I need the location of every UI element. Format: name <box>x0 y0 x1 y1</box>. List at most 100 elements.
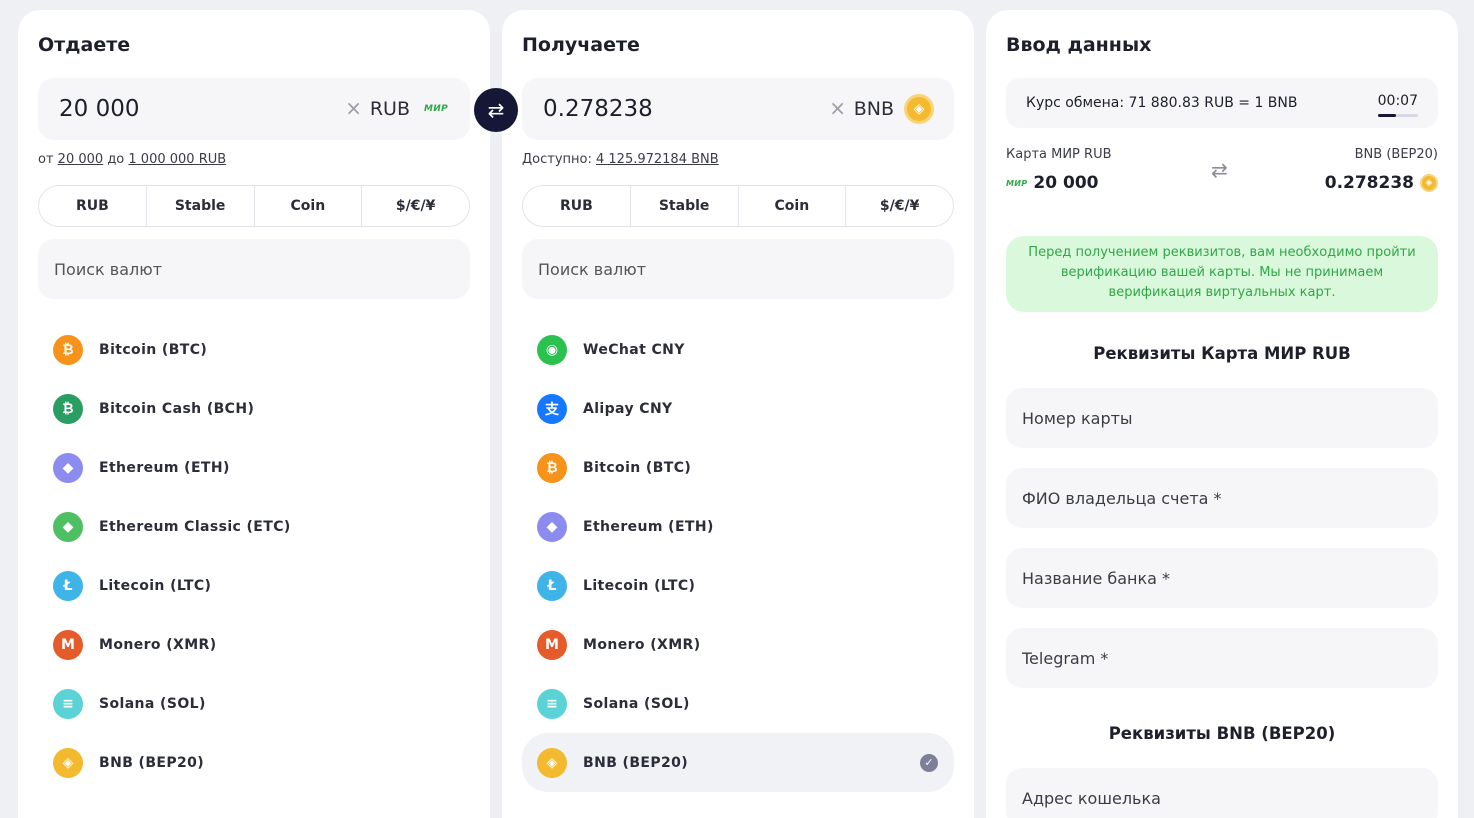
tab-coin[interactable]: Coin <box>255 186 363 226</box>
selected-check-icon: ✓ <box>920 753 938 772</box>
list-item-label: Monero (XMR) <box>583 636 701 653</box>
tab-rub[interactable]: RUB <box>523 186 631 226</box>
give-limits: от 20 000 до 1 000 000 RUB <box>38 152 226 167</box>
receive-panel: Получаете 0.278238 × BNB ◈ Доступно: 4 1… <box>502 10 974 818</box>
receive-amount-value[interactable]: 0.278238 <box>543 96 653 122</box>
list-item[interactable]: ◈ BNB (BEP20) ✓ <box>522 733 954 792</box>
bank-name-field[interactable] <box>1006 548 1438 608</box>
bnb-icon: ◈ <box>537 747 567 778</box>
ethereum-icon: ◆ <box>537 511 567 542</box>
list-item-label: Ethereum Classic (ETC) <box>99 518 291 535</box>
list-item-label: Solana (SOL) <box>583 695 690 712</box>
list-item-label: Alipay CNY <box>583 400 673 417</box>
list-item[interactable]: ≡ Solana (SOL) <box>38 674 470 733</box>
list-item[interactable]: Ł Litecoin (LTC) <box>522 556 954 615</box>
clear-icon[interactable]: × <box>345 96 362 120</box>
details-panel: Ввод данных Курс обмена: 71 880.83 RUB =… <box>986 10 1458 818</box>
tab-fiat[interactable]: $/€/¥ <box>362 186 469 226</box>
litecoin-icon: Ł <box>53 570 83 601</box>
bnb-icon: ◈ <box>904 94 934 124</box>
receive-search-input[interactable] <box>522 239 954 299</box>
list-item-label: Ethereum (ETH) <box>583 518 714 535</box>
holder-name-field[interactable] <box>1006 468 1438 528</box>
wallet-address-field[interactable] <box>1006 768 1438 818</box>
card-details-heading: Реквизиты Карта МИР RUB <box>1093 344 1351 363</box>
receive-amount-field[interactable]: 0.278238 × BNB ◈ <box>522 78 954 140</box>
exchange-rate-box: Курс обмена: 71 880.83 RUB = 1 BNB 00:07 <box>1006 78 1438 128</box>
timer-progress-bar <box>1378 114 1418 117</box>
exchange-rate-text: Курс обмена: 71 880.83 RUB = 1 BNB <box>1026 95 1298 111</box>
summary-to: 0.278238 ◈ <box>1325 173 1438 193</box>
bnb-details-heading: Реквизиты BNB (BEP20) <box>1108 724 1336 743</box>
summary-to-value: 0.278238 <box>1324 173 1414 193</box>
monero-icon: M <box>537 629 567 660</box>
list-item[interactable]: ◆ Ethereum (ETH) <box>522 497 954 556</box>
available-label: Доступно: <box>522 152 592 167</box>
bitcoin-icon: ₿ <box>537 452 567 483</box>
receive-currency-list: ◉ WeChat CNY 支 Alipay CNY ₿ Bitcoin (BTC) ◆ Eth… <box>522 320 954 792</box>
list-item[interactable]: Ł Litecoin (LTC) <box>38 556 470 615</box>
tab-stable[interactable]: Stable <box>631 186 739 226</box>
give-amount-value[interactable]: 20 000 <box>59 96 139 122</box>
give-title: Отдаете <box>38 34 131 56</box>
tab-fiat[interactable]: $/€/¥ <box>846 186 953 226</box>
limits-max-link[interactable]: 1 000 000 RUB <box>128 152 226 167</box>
give-search-input[interactable] <box>38 239 470 299</box>
list-item[interactable]: ₿ Bitcoin Cash (BCH) <box>38 379 470 438</box>
alipay-icon: 支 <box>537 393 567 424</box>
receive-category-tabs: RUB Stable Coin $/€/¥ <box>522 185 954 227</box>
available-value-link[interactable]: 4 125.972184 BNB <box>596 152 719 167</box>
telegram-field[interactable] <box>1006 628 1438 688</box>
bnb-icon: ◈ <box>1420 174 1438 192</box>
list-item-label: Bitcoin (BTC) <box>99 341 208 358</box>
list-item[interactable]: ≡ Solana (SOL) <box>522 674 954 733</box>
litecoin-icon: Ł <box>537 570 567 601</box>
timer-progress-fill <box>1378 114 1396 117</box>
summary-from-label: Карта МИР RUB <box>1006 147 1112 162</box>
list-item-label: Bitcoin (BTC) <box>583 459 692 476</box>
list-item-label: Solana (SOL) <box>99 695 206 712</box>
limits-min-link[interactable]: 20 000 <box>58 152 104 167</box>
tab-stable[interactable]: Stable <box>147 186 255 226</box>
summary-from-value: 20 000 <box>1033 173 1099 193</box>
solana-icon: ≡ <box>53 688 83 719</box>
swap-arrows-icon: ⇄ <box>487 98 505 122</box>
list-item-label: Litecoin (LTC) <box>583 577 696 594</box>
ethereum-icon: ◆ <box>53 452 83 483</box>
give-currency-list: ₿ Bitcoin (BTC) ₿ Bitcoin Cash (BCH) ◆ Ethere… <box>38 320 470 792</box>
give-amount-field[interactable]: 20 000 × RUB МИР <box>38 78 470 140</box>
list-item[interactable]: M Monero (XMR) <box>522 615 954 674</box>
list-item[interactable]: ◆ Ethereum (ETH) <box>38 438 470 497</box>
clear-icon[interactable]: × <box>829 96 846 120</box>
tab-coin[interactable]: Coin <box>739 186 847 226</box>
list-item-label: Litecoin (LTC) <box>99 577 212 594</box>
wechat-icon: ◉ <box>537 334 567 365</box>
list-item[interactable]: ◉ WeChat CNY <box>522 320 954 379</box>
list-item[interactable]: M Monero (XMR) <box>38 615 470 674</box>
list-item-label: BNB (BEP20) <box>583 754 689 771</box>
details-title: Ввод данных <box>1006 34 1152 56</box>
swap-direction-button[interactable]: ⇄ <box>474 88 518 132</box>
receive-available: Доступно: 4 125.972184 BNB <box>522 152 719 167</box>
solana-icon: ≡ <box>537 688 567 719</box>
list-item[interactable]: ₿ Bitcoin (BTC) <box>38 320 470 379</box>
list-item[interactable]: ◈ BNB (BEP20) <box>38 733 470 792</box>
bitcoin-icon: ₿ <box>53 334 83 365</box>
rate-timer: 00:07 <box>1377 93 1418 109</box>
card-number-field[interactable] <box>1006 388 1438 448</box>
list-item[interactable]: 支 Alipay CNY <box>522 379 954 438</box>
ethereum-classic-icon: ◆ <box>53 511 83 542</box>
list-item-label: Bitcoin Cash (BCH) <box>99 400 255 417</box>
receive-title: Получаете <box>522 34 640 56</box>
tab-rub[interactable]: RUB <box>39 186 147 226</box>
list-item[interactable]: ◆ Ethereum Classic (ETC) <box>38 497 470 556</box>
list-item[interactable]: ₿ Bitcoin (BTC) <box>522 438 954 497</box>
give-category-tabs: RUB Stable Coin $/€/¥ <box>38 185 470 227</box>
bitcoin-cash-icon: ₿ <box>53 393 83 424</box>
list-item-label: WeChat CNY <box>583 341 685 358</box>
give-panel: Отдаете 20 000 × RUB МИР от 20 000 до 1 … <box>18 10 490 818</box>
verification-notice: Перед получением реквизитов, вам необход… <box>1006 236 1438 312</box>
give-currency-code: RUB <box>369 98 410 120</box>
mir-icon: МИР <box>424 104 448 114</box>
bnb-icon: ◈ <box>53 747 83 778</box>
